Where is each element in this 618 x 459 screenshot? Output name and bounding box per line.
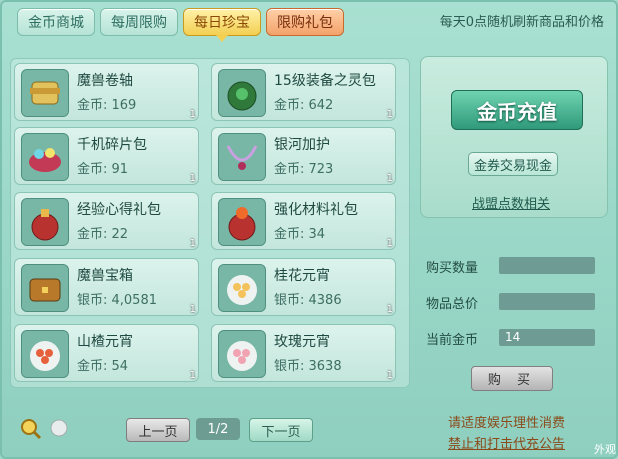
- necklace-icon: [218, 133, 266, 181]
- item-card[interactable]: 1 山楂元宵 金币: 54: [14, 324, 199, 382]
- rose-dumpling-icon: [218, 330, 266, 378]
- item-card[interactable]: 1 魔兽宝箱 银币: 4,0581: [14, 258, 199, 316]
- item-card[interactable]: 1 千机碎片包 金币: 91: [14, 127, 199, 185]
- responsible-gaming-notice: 请适度娱乐理性消费: [448, 416, 566, 431]
- item-price: 金币: 642: [274, 98, 334, 113]
- dumpling-plate-icon: [21, 330, 69, 378]
- total-price-label: 物品总价: [426, 297, 479, 312]
- item-quantity: 1: [386, 370, 393, 381]
- appearance-label[interactable]: 外观: [594, 441, 616, 457]
- item-price: 金币: 54: [77, 359, 129, 374]
- tab-label: 金币商城: [28, 15, 84, 31]
- item-price: 银币: 4,0581: [77, 293, 157, 308]
- item-quantity: 1: [386, 109, 393, 120]
- item-quantity: 1: [386, 173, 393, 184]
- total-price-field: [499, 293, 595, 310]
- item-card[interactable]: 1 银河加护 金币: 723: [211, 127, 396, 185]
- item-name: 15级装备之灵包: [274, 73, 376, 89]
- item-price: 金币: 34: [274, 227, 326, 242]
- prev-page-button[interactable]: 上一页: [126, 418, 190, 442]
- item-card[interactable]: 1 经验心得礼包 金币: 22: [14, 192, 199, 250]
- item-name: 千机碎片包: [77, 137, 147, 153]
- item-card[interactable]: 1 玫瑰元宵 银币: 3638: [211, 324, 396, 382]
- scroll-icon: [21, 69, 69, 117]
- next-page-button[interactable]: 下一页: [249, 418, 313, 442]
- buy-quantity-field[interactable]: [499, 257, 595, 274]
- item-quantity: 1: [189, 109, 196, 120]
- item-name: 魔兽卷轴: [77, 73, 133, 89]
- item-price: 银币: 3638: [274, 359, 342, 374]
- gift-bag-icon: [21, 198, 69, 246]
- equipment-bag-icon: [218, 69, 266, 117]
- item-name: 银河加护: [274, 137, 330, 153]
- page-indicator: 1/2: [196, 418, 240, 440]
- dumpling-bowl-icon: [218, 264, 266, 312]
- next-page-label: 下一页: [261, 424, 301, 440]
- item-name: 魔兽宝箱: [77, 268, 133, 284]
- item-price: 金币: 169: [77, 98, 137, 113]
- anti-recharge-notice-link[interactable]: 禁止和打击代充公告: [448, 433, 565, 452]
- item-name: 强化材料礼包: [274, 202, 358, 218]
- gold-recharge-button[interactable]: 金币充值: [451, 90, 583, 130]
- tab-daily-treasure[interactable]: 每日珍宝: [183, 8, 261, 36]
- item-quantity: 1: [189, 238, 196, 249]
- treasure-chest-icon: [21, 264, 69, 312]
- tab-gold-mall[interactable]: 金币商城: [17, 8, 95, 36]
- item-card[interactable]: 1 魔兽卷轴 金币: 169: [14, 63, 199, 121]
- item-price: 金币: 22: [77, 227, 129, 242]
- item-quantity: 1: [386, 238, 393, 249]
- buy-button[interactable]: 购 买: [471, 366, 553, 391]
- item-card[interactable]: 1 强化材料礼包 金币: 34: [211, 192, 396, 250]
- item-name: 经验心得礼包: [77, 202, 161, 218]
- item-name: 桂花元宵: [274, 268, 330, 284]
- item-quantity: 1: [189, 304, 196, 315]
- item-price: 银币: 4386: [274, 293, 342, 308]
- current-gold-field: 14: [499, 329, 595, 346]
- circle-toggle-icon[interactable]: [49, 418, 69, 442]
- prev-page-label: 上一页: [138, 424, 178, 440]
- item-quantity: 1: [386, 304, 393, 315]
- exchange-button[interactable]: 金券交易现金: [468, 152, 558, 176]
- item-name: 山楂元宵: [77, 334, 133, 350]
- tab-label: 限购礼包: [277, 15, 333, 31]
- item-price: 金币: 723: [274, 162, 334, 177]
- current-gold-label: 当前金币: [426, 333, 479, 348]
- tab-label: 每周限购: [111, 15, 167, 31]
- item-price: 金币: 91: [77, 162, 129, 177]
- tab-label: 每日珍宝: [194, 15, 250, 31]
- tab-weekly-limit[interactable]: 每周限购: [100, 8, 178, 36]
- item-card[interactable]: 1 15级装备之灵包 金币: 642: [211, 63, 396, 121]
- refresh-notice: 每天0点随机刷新商品和价格: [439, 15, 604, 30]
- item-quantity: 1: [189, 370, 196, 381]
- buy-quantity-label: 购买数量: [426, 261, 479, 276]
- alliance-points-link[interactable]: 战盟点数相关: [472, 193, 550, 212]
- material-bag-icon: [218, 198, 266, 246]
- item-quantity: 1: [189, 173, 196, 184]
- item-card[interactable]: 1 桂花元宵 银币: 4386: [211, 258, 396, 316]
- shard-pack-icon: [21, 133, 69, 181]
- item-name: 玫瑰元宵: [274, 334, 330, 350]
- magnifier-icon[interactable]: [20, 418, 42, 444]
- tab-limited-gift[interactable]: 限购礼包: [266, 8, 344, 36]
